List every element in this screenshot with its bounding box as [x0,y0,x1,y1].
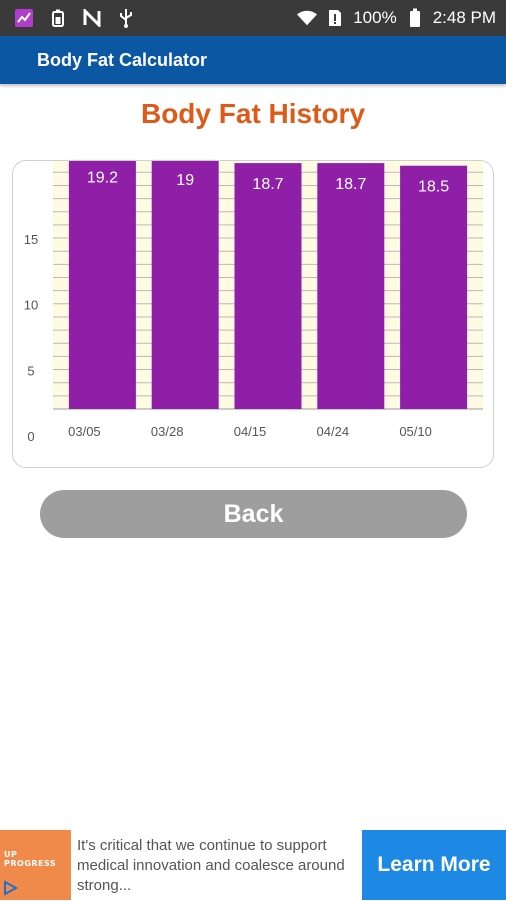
clock: 2:48 PM [432,8,496,27]
bar-value-label: 19 [176,172,194,189]
n-brand-icon [82,8,102,28]
x-tick-label: 05/10 [399,424,432,439]
x-tick-label: 04/15 [234,424,267,439]
ad-choices-play-icon[interactable] [2,880,19,896]
ad-banner[interactable]: UP PROGRESS It's critical that we contin… [0,830,506,900]
bar [234,163,302,409]
bar [151,161,219,409]
bar-value-label: 18.7 [252,176,283,193]
ad-text[interactable]: It's critical that we continue to suppor… [77,836,357,896]
app-title: Body Fat Calculator [37,49,208,70]
y-tick-label: 0 [27,429,34,444]
y-tick-label: 5 [27,363,34,378]
page-title: Body Fat History [140,98,366,129]
battery-saver-icon [48,8,68,28]
wifi-icon [297,8,318,28]
status-bar: 100% 2:48 PM [0,0,506,36]
app-bar: Body Fat Calculator [0,36,506,84]
y-tick-label: 15 [24,232,38,247]
usb-icon [116,8,136,28]
x-tick-label: 03/05 [68,424,101,439]
back-button[interactable]: Back [40,490,467,538]
x-tick-label: 03/28 [151,424,184,439]
body-fat-chart: 0 5 10 15 19.2 03/05 19 03/28 18.7 04/15 18.7 04/24… [24,161,483,444]
bar-value-label: 18.7 [335,176,366,193]
bar [400,165,468,409]
bar [317,163,385,409]
chart-card: 0 5 10 15 19.2 03/05 19 03/28 18.7 04/15 18.7 04/24… [12,160,494,468]
ad-logo[interactable]: UP PROGRESS [0,830,71,900]
bar-value-label: 19.2 [87,170,118,187]
bar [68,161,136,409]
battery-icon [405,8,425,28]
y-tick-label: 10 [24,298,38,313]
sim-alert-icon [325,8,345,28]
battery-percent: 100% [353,8,397,27]
bar-value-label: 18.5 [418,179,449,196]
app-notification-icon [14,8,34,28]
ad-logo-text: UP PROGRESS [4,850,57,868]
learn-more-button[interactable]: Learn More [362,830,506,900]
x-tick-label: 04/24 [317,424,350,439]
